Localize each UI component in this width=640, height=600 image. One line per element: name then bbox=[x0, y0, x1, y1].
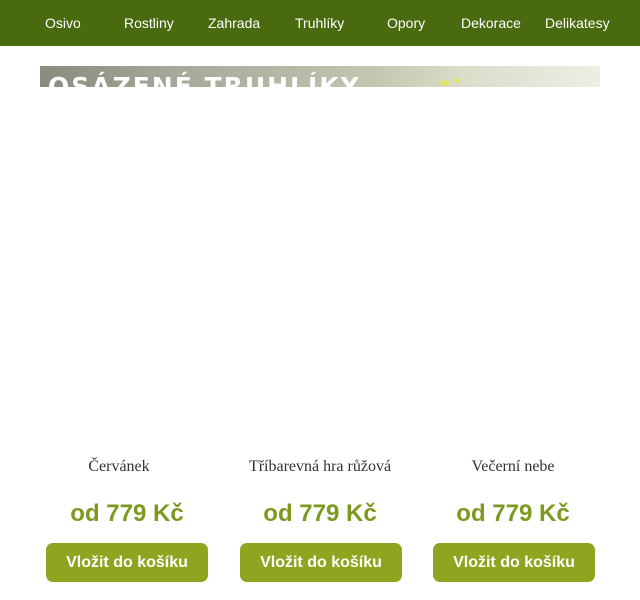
banner-title: OSÁZENÉ TRUHLÍKY bbox=[48, 72, 361, 87]
banner-flower-decoration bbox=[454, 78, 460, 83]
nav-item-rostliny[interactable]: Rostliny bbox=[124, 0, 174, 46]
nav-item-dekorace[interactable]: Dekorace bbox=[461, 0, 521, 46]
add-to-cart-button[interactable]: Vložit do košíku bbox=[46, 543, 208, 582]
product-price: od 779 Kč bbox=[70, 500, 184, 527]
nav-item-truhliky[interactable]: Truhlíky bbox=[295, 0, 344, 46]
nav-item-zahrada[interactable]: Zahrada bbox=[208, 0, 260, 46]
product-price: od 779 Kč bbox=[263, 500, 377, 527]
product-name[interactable]: Večerní nebe bbox=[416, 456, 610, 478]
product-price: od 779 Kč bbox=[456, 500, 570, 527]
promo-banner[interactable]: OSÁZENÉ TRUHLÍKY bbox=[40, 66, 600, 87]
product-name[interactable]: Tříbarevná hra růžová bbox=[223, 456, 417, 478]
nav-item-delikatesy[interactable]: Delikatesy bbox=[545, 0, 610, 46]
add-to-cart-button[interactable]: Vložit do košíku bbox=[433, 543, 595, 582]
add-to-cart-button[interactable]: Vložit do košíku bbox=[240, 543, 402, 582]
top-navigation: Osivo Rostliny Zahrada Truhlíky Opory De… bbox=[0, 0, 640, 46]
product-name[interactable]: Červánek bbox=[22, 456, 216, 478]
nav-item-osivo[interactable]: Osivo bbox=[45, 0, 81, 46]
banner-flower-decoration bbox=[440, 80, 450, 86]
nav-item-opory[interactable]: Opory bbox=[387, 0, 425, 46]
